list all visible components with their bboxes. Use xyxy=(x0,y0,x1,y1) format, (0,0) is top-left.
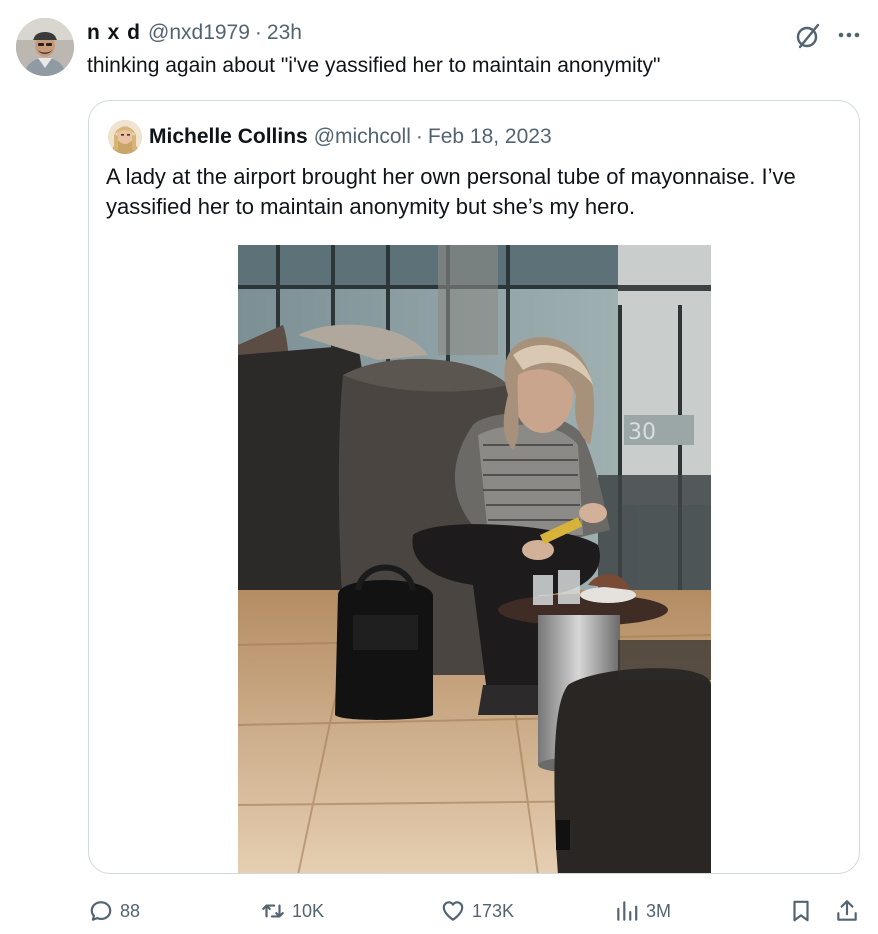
view-count: 3M xyxy=(646,900,672,921)
media-sign-text: 30 xyxy=(628,420,656,445)
bookmark-icon xyxy=(793,900,809,922)
repost-count: 10K xyxy=(292,900,325,921)
avatar[interactable] xyxy=(16,18,74,76)
quoted-display-name[interactable]: Michelle Collins xyxy=(149,125,308,149)
quoted-avatar[interactable] xyxy=(108,120,142,154)
reply-count: 88 xyxy=(120,900,141,921)
tweet: n x d @nxd1979 · 23h thinking again abou… xyxy=(0,0,878,934)
reply-icon xyxy=(90,901,112,921)
tweet-timestamp[interactable]: 23h xyxy=(267,21,302,45)
repost-button[interactable]: 10K xyxy=(260,894,324,928)
bookmark-button[interactable] xyxy=(788,894,820,928)
share-icon xyxy=(837,900,857,921)
quoted-media-photo[interactable]: 30 xyxy=(238,245,711,873)
like-button[interactable]: 173K xyxy=(440,894,514,928)
tweet-text: thinking again about "i've yassified her… xyxy=(87,54,661,77)
more-icon[interactable] xyxy=(834,20,864,50)
quoted-tweet[interactable]: Michelle Collins @michcoll · Feb 18, 202… xyxy=(88,100,860,874)
action-bar: 88 10K 173K 3M xyxy=(0,894,878,928)
quoted-header: Michelle Collins @michcoll · Feb 18, 202… xyxy=(149,121,552,153)
share-button[interactable] xyxy=(834,894,866,928)
reply-button[interactable]: 88 xyxy=(88,894,140,928)
tweet-header: n x d @nxd1979 · 23h xyxy=(87,18,302,48)
quoted-date[interactable]: Feb 18, 2023 xyxy=(428,125,552,149)
repost-icon xyxy=(262,904,284,918)
views-button[interactable]: 3M xyxy=(614,894,671,928)
quoted-text: A lady at the airport brought her own pe… xyxy=(106,164,796,219)
heart-icon xyxy=(442,901,464,921)
separator-dot: · xyxy=(254,21,262,44)
views-icon xyxy=(617,901,638,921)
quoted-handle[interactable]: @michcoll xyxy=(314,125,411,149)
separator-dot: · xyxy=(415,125,423,148)
like-count: 173K xyxy=(472,900,515,921)
author-display-name[interactable]: n x d xyxy=(87,21,141,45)
grok-icon[interactable] xyxy=(794,22,822,50)
author-handle[interactable]: @nxd1979 xyxy=(148,21,250,45)
